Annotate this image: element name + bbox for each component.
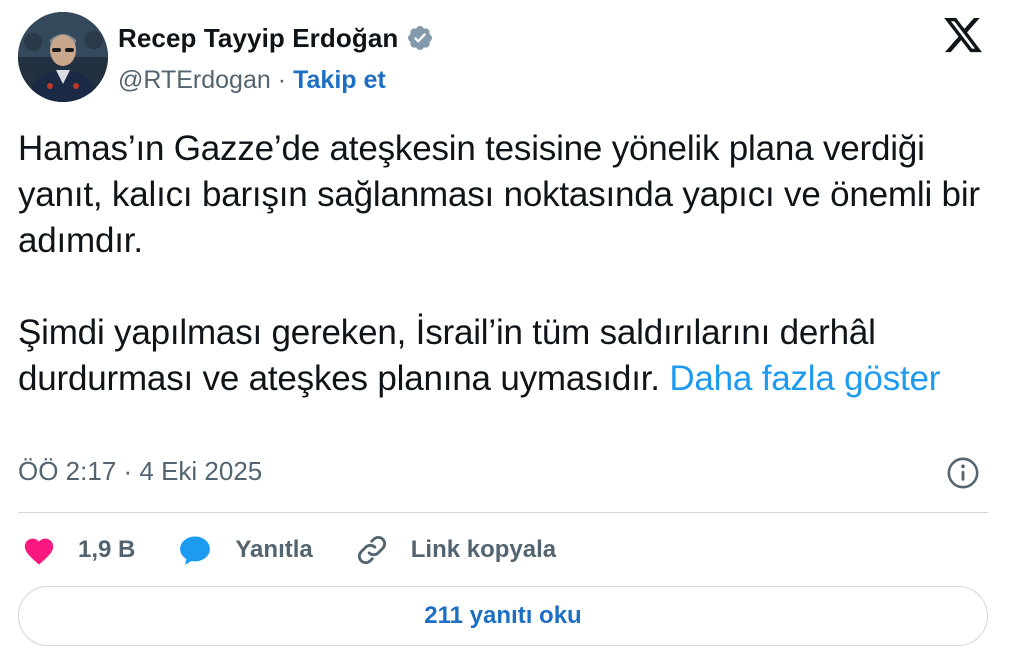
link-icon bbox=[357, 536, 386, 564]
like-button[interactable]: 1,9 B bbox=[22, 534, 135, 566]
show-more-link[interactable]: Daha fazla göster bbox=[669, 359, 940, 398]
tweet-paragraph-1: Hamas’ın Gazze’de ateşkesin tesisine yön… bbox=[18, 129, 980, 260]
author-name[interactable]: Recep Tayyip Erdoğan bbox=[118, 23, 398, 54]
verified-badge-icon bbox=[406, 24, 434, 52]
tweet-timestamp[interactable]: ÖÖ 2:17 · 4 Eki 2025 bbox=[18, 456, 262, 487]
reply-label: Yanıtla bbox=[235, 536, 313, 563]
author-avatar[interactable] bbox=[18, 12, 108, 102]
author-handle[interactable]: @RTErdogan bbox=[118, 66, 271, 95]
reply-button[interactable]: Yanıtla bbox=[177, 533, 313, 567]
tweet-text: Hamas’ın Gazze’de ateşkesin tesisine yön… bbox=[18, 126, 993, 402]
tweet-paragraph-2: Şimdi yapılması gereken, İsrail’in tüm s… bbox=[18, 310, 993, 402]
read-replies-button[interactable]: 211 yanıtı oku bbox=[18, 586, 988, 646]
heart-icon bbox=[24, 538, 54, 565]
avatar-image bbox=[18, 12, 108, 102]
follow-button[interactable]: Takip et bbox=[293, 66, 386, 95]
author-name-row: Recep Tayyip Erdoğan bbox=[118, 20, 434, 56]
like-count: 1,9 B bbox=[78, 536, 136, 563]
action-bar: 1,9 B Yanıtla Link kopyala bbox=[22, 528, 598, 572]
divider bbox=[18, 512, 988, 513]
handle-row: @RTErdogan · Takip et bbox=[118, 62, 386, 98]
handle-separator: · bbox=[277, 65, 287, 94]
copy-link-label: Link kopyala bbox=[410, 536, 557, 563]
info-icon[interactable] bbox=[946, 456, 980, 490]
copy-link-button[interactable]: Link kopyala bbox=[355, 533, 556, 567]
tweet-card: Recep Tayyip Erdoğan @RTErdogan · Takip … bbox=[0, 0, 1010, 666]
x-logo-icon[interactable] bbox=[942, 14, 984, 56]
reply-bubble-icon bbox=[180, 536, 211, 565]
